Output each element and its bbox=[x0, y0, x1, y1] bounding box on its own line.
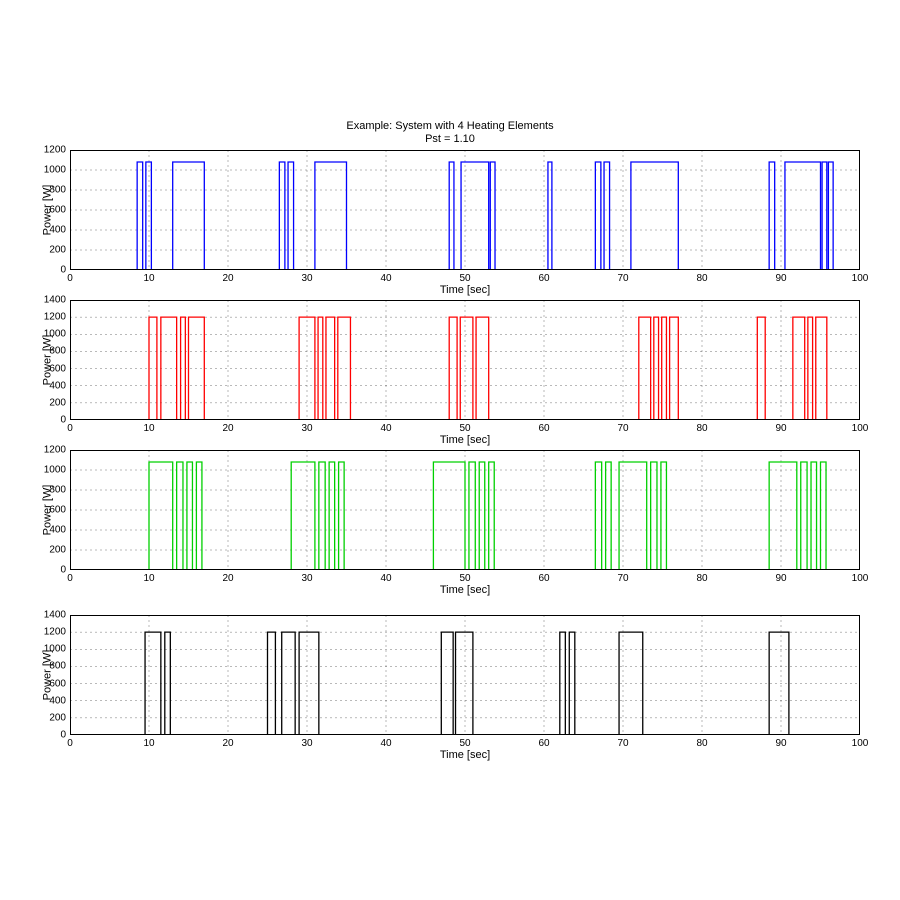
x-tick-label: 50 bbox=[459, 273, 470, 284]
x-tick-label: 10 bbox=[143, 273, 154, 284]
x-tick-label: 70 bbox=[617, 423, 628, 434]
y-tick-label: 800 bbox=[49, 661, 66, 672]
x-tick-label: 40 bbox=[380, 273, 391, 284]
x-tick-label: 10 bbox=[143, 573, 154, 584]
x-tick-label: 0 bbox=[67, 273, 73, 284]
x-tick-label: 50 bbox=[459, 738, 470, 749]
x-tick-label: 20 bbox=[222, 273, 233, 284]
y-tick-label: 800 bbox=[49, 485, 66, 496]
figure-title: Example: System with 4 Heating Elements bbox=[0, 120, 900, 132]
x-tick-label: 10 bbox=[143, 423, 154, 434]
x-axis-label: Time [sec] bbox=[70, 284, 860, 296]
x-tick-label: 70 bbox=[617, 573, 628, 584]
x-tick-label: 80 bbox=[696, 273, 707, 284]
x-tick-label: 70 bbox=[617, 738, 628, 749]
subplot-1: Power [W]Time [sec]020040060080010001200… bbox=[70, 150, 860, 270]
y-tick-label: 1200 bbox=[44, 145, 66, 156]
subplot-4: Power [W]Time [sec]020040060080010001200… bbox=[70, 615, 860, 735]
x-tick-label: 60 bbox=[538, 738, 549, 749]
x-tick-label: 60 bbox=[538, 423, 549, 434]
x-tick-label: 60 bbox=[538, 273, 549, 284]
x-tick-label: 50 bbox=[459, 423, 470, 434]
y-tick-label: 400 bbox=[49, 525, 66, 536]
y-tick-label: 0 bbox=[60, 565, 66, 576]
y-tick-label: 200 bbox=[49, 712, 66, 723]
x-tick-label: 90 bbox=[775, 273, 786, 284]
x-tick-label: 10 bbox=[143, 738, 154, 749]
axes-frame bbox=[70, 150, 860, 270]
subplot-3: Power [W]Time [sec]020040060080010001200… bbox=[70, 450, 860, 570]
x-axis-label: Time [sec] bbox=[70, 749, 860, 761]
x-tick-label: 0 bbox=[67, 738, 73, 749]
x-tick-label: 60 bbox=[538, 573, 549, 584]
x-axis-label: Time [sec] bbox=[70, 434, 860, 446]
y-tick-label: 1000 bbox=[44, 329, 66, 340]
y-tick-label: 1000 bbox=[44, 644, 66, 655]
y-tick-label: 1200 bbox=[44, 312, 66, 323]
x-tick-label: 20 bbox=[222, 423, 233, 434]
y-tick-label: 400 bbox=[49, 380, 66, 391]
x-tick-label: 40 bbox=[380, 573, 391, 584]
x-tick-label: 50 bbox=[459, 573, 470, 584]
y-tick-label: 400 bbox=[49, 225, 66, 236]
y-tick-label: 600 bbox=[49, 205, 66, 216]
y-tick-label: 1000 bbox=[44, 465, 66, 476]
y-tick-label: 800 bbox=[49, 346, 66, 357]
x-tick-label: 30 bbox=[301, 423, 312, 434]
x-tick-label: 0 bbox=[67, 423, 73, 434]
x-tick-label: 40 bbox=[380, 423, 391, 434]
y-axis-label: Power [W] bbox=[41, 650, 53, 701]
y-tick-label: 400 bbox=[49, 695, 66, 706]
x-tick-label: 30 bbox=[301, 738, 312, 749]
y-tick-label: 600 bbox=[49, 678, 66, 689]
axes-frame bbox=[70, 300, 860, 420]
x-tick-label: 20 bbox=[222, 738, 233, 749]
x-tick-label: 100 bbox=[852, 573, 869, 584]
x-tick-label: 30 bbox=[301, 273, 312, 284]
subplot-2: Power [W]Time [sec]020040060080010001200… bbox=[70, 300, 860, 420]
y-tick-label: 200 bbox=[49, 245, 66, 256]
y-tick-label: 0 bbox=[60, 265, 66, 276]
y-tick-label: 800 bbox=[49, 185, 66, 196]
y-axis-label: Power [W] bbox=[41, 335, 53, 386]
x-axis-label: Time [sec] bbox=[70, 584, 860, 596]
x-tick-label: 100 bbox=[852, 423, 869, 434]
x-tick-label: 20 bbox=[222, 573, 233, 584]
x-tick-label: 100 bbox=[852, 273, 869, 284]
figure: { "title": "Example: System with 4 Heati… bbox=[0, 0, 900, 900]
y-tick-label: 1000 bbox=[44, 165, 66, 176]
x-tick-label: 90 bbox=[775, 423, 786, 434]
x-tick-label: 40 bbox=[380, 738, 391, 749]
x-tick-label: 80 bbox=[696, 423, 707, 434]
x-tick-label: 80 bbox=[696, 573, 707, 584]
y-tick-label: 600 bbox=[49, 505, 66, 516]
figure-subtitle: Pst = 1.10 bbox=[0, 133, 900, 145]
y-tick-label: 600 bbox=[49, 363, 66, 374]
y-tick-label: 1200 bbox=[44, 627, 66, 638]
x-tick-label: 100 bbox=[852, 738, 869, 749]
y-tick-label: 0 bbox=[60, 415, 66, 426]
x-tick-label: 90 bbox=[775, 738, 786, 749]
y-tick-label: 1400 bbox=[44, 295, 66, 306]
y-tick-label: 0 bbox=[60, 730, 66, 741]
axes-frame bbox=[70, 615, 860, 735]
x-tick-label: 0 bbox=[67, 573, 73, 584]
y-tick-label: 200 bbox=[49, 545, 66, 556]
y-tick-label: 1400 bbox=[44, 610, 66, 621]
x-tick-label: 30 bbox=[301, 573, 312, 584]
axes-frame bbox=[70, 450, 860, 570]
x-tick-label: 90 bbox=[775, 573, 786, 584]
y-tick-label: 1200 bbox=[44, 445, 66, 456]
y-tick-label: 200 bbox=[49, 397, 66, 408]
x-tick-label: 70 bbox=[617, 273, 628, 284]
x-tick-label: 80 bbox=[696, 738, 707, 749]
